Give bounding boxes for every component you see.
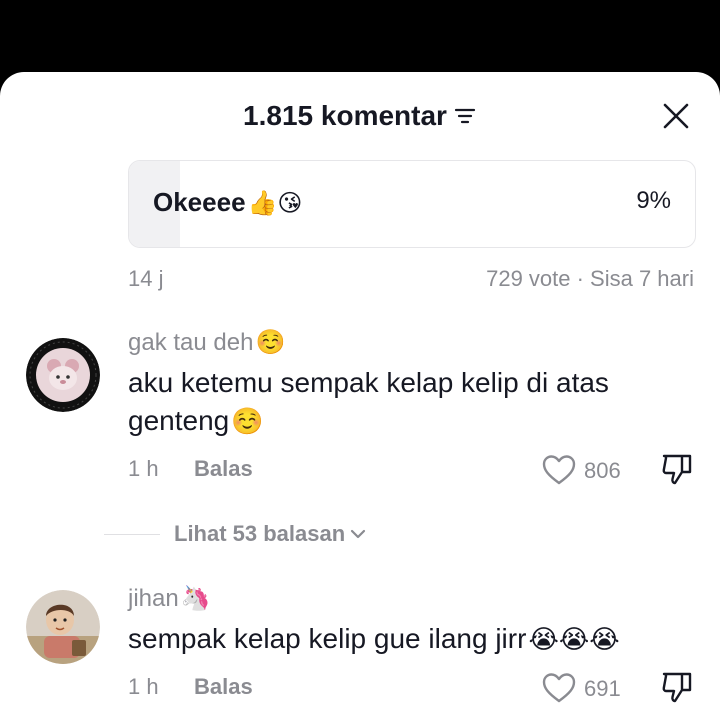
comment-text: aku ketemu sempak kelap kelip di atas ge…: [128, 364, 698, 441]
comment-body: sempak kelap kelip gue ilang jirr: [128, 623, 527, 654]
poll-option[interactable]: Okeeee 👍😘 9%: [128, 160, 696, 248]
comment-time: 1 h: [128, 674, 159, 699]
close-icon[interactable]: [660, 100, 692, 132]
like-count: 691: [584, 676, 621, 701]
divider: [104, 533, 160, 535]
poll-option-text: Okeeee: [153, 187, 246, 217]
comments-title: 1.815 komentar: [0, 100, 720, 132]
avatar[interactable]: [26, 338, 100, 412]
poll-option-emojis: 👍😘: [247, 188, 303, 217]
comment-username[interactable]: jihan🦄: [128, 584, 211, 613]
poll-time: 14 j: [128, 266, 164, 291]
comment-username[interactable]: gak tau deh☺️: [128, 328, 285, 357]
poll-votes-remaining: 729 vote · Sisa 7 hari: [486, 266, 694, 291]
view-replies[interactable]: Lihat 53 balasan: [104, 518, 604, 550]
avatar[interactable]: [26, 590, 100, 664]
chevron-down-icon[interactable]: [349, 525, 367, 543]
poll-option-label: Okeeee 👍😘: [153, 187, 302, 218]
poll-meta: 14 j 729 vote · Sisa 7 hari: [128, 266, 694, 292]
comments-sheet: 1.815 komentar Okeeee 👍😘 9% 14 j 729 vot…: [0, 72, 720, 720]
heart-icon[interactable]: [542, 454, 576, 486]
dislike-icon[interactable]: [660, 670, 694, 704]
username-emoji: ☺️: [255, 328, 286, 356]
like-count: 806: [584, 458, 621, 483]
comment-emoji: 😭😭😭: [528, 625, 620, 655]
reply-button[interactable]: Balas: [194, 456, 253, 482]
comment-count: 1.815 komentar: [243, 100, 447, 131]
sort-icon[interactable]: [453, 104, 477, 128]
dislike-icon[interactable]: [660, 452, 694, 486]
reply-button[interactable]: Balas: [194, 674, 253, 700]
comment-emoji: ☺️: [231, 407, 264, 437]
comment-text: sempak kelap kelip gue ilang jirr😭😭😭: [128, 620, 698, 659]
username-text: jihan: [128, 585, 179, 612]
comments-header: 1.815 komentar: [0, 72, 720, 160]
comment-body: aku ketemu sempak kelap kelip di atas ge…: [128, 367, 609, 436]
username-text: gak tau deh: [128, 329, 254, 356]
comment-time: 1 h: [128, 456, 159, 481]
username-emoji: 🦄: [180, 584, 211, 612]
view-replies-label[interactable]: Lihat 53 balasan: [174, 521, 345, 547]
heart-icon[interactable]: [542, 672, 576, 704]
poll-percent: 9%: [636, 187, 671, 214]
